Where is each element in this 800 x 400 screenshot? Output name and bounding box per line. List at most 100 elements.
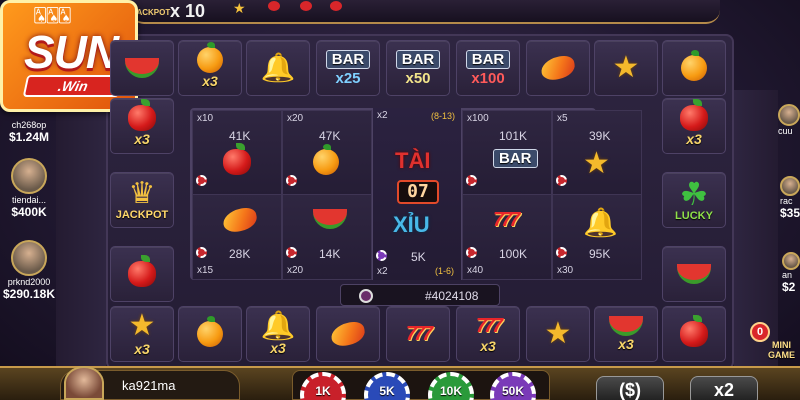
- bet-multiplier: x30: [557, 265, 574, 276]
- bar-label: BAR: [465, 49, 511, 69]
- rebet-button[interactable]: ($): [596, 376, 664, 400]
- apple-icon: [268, 1, 280, 11]
- avatar: [778, 104, 800, 126]
- board-tile: x3: [110, 98, 174, 154]
- board-tile: [662, 306, 726, 362]
- bet-cell[interactable]: x15 28K: [192, 194, 282, 280]
- bell-icon: 🔔: [260, 52, 296, 83]
- jackpot-label: JACKPOT: [115, 209, 169, 221]
- double-button[interactable]: x2: [690, 376, 758, 400]
- mini-game-button[interactable]: 0 MINI GAME: [742, 322, 800, 372]
- lucky-label: LUCKY: [675, 210, 713, 222]
- xiu-range: (1-6): [435, 266, 455, 276]
- bet-cell[interactable]: x5 39K ★: [552, 110, 642, 196]
- bar-multiplier: x25: [335, 69, 361, 87]
- chip-icon: [466, 175, 477, 186]
- player-card[interactable]: tiendai... $400K: [0, 158, 58, 219]
- apple-icon: [128, 255, 156, 287]
- mini-game-label-line1: MINI: [772, 340, 791, 350]
- apple-icon: [680, 99, 708, 131]
- board-tile: 777 x3: [456, 306, 520, 362]
- mini-game-label: MINI GAME: [768, 340, 795, 360]
- apple-icon: [128, 99, 156, 131]
- bet-amount: 41K: [229, 129, 251, 143]
- bet-multiplier: x20: [287, 265, 304, 276]
- bar-label: BAR: [395, 49, 441, 69]
- xiu-label[interactable]: XỈU: [393, 212, 430, 238]
- round-id: #4024108: [425, 289, 479, 303]
- bet-cell[interactable]: x20 14K: [282, 194, 372, 280]
- jackpot-multiplier: x 10: [170, 1, 206, 21]
- bet-cell[interactable]: x30 95K 🔔: [552, 194, 642, 280]
- xiu-multiplier: x2: [377, 266, 388, 277]
- player-amount: $1.24M: [8, 130, 50, 144]
- mango-icon: [539, 53, 577, 83]
- watermelon-icon: [125, 58, 159, 78]
- board-tile: ♛ JACKPOT: [110, 172, 174, 228]
- tile-multiplier: x3: [618, 336, 634, 352]
- board-tile: [662, 246, 726, 302]
- bet-symbol: [313, 209, 347, 229]
- logo-ribbon: .Win: [22, 75, 124, 97]
- player-card[interactable]: cuu: [778, 104, 800, 136]
- round-id-bar: #4024108: [340, 284, 500, 306]
- bet-amount: 95K: [589, 247, 611, 261]
- bell-icon: 🔔: [260, 310, 296, 341]
- bet-cell[interactable]: x20 47K: [282, 110, 372, 196]
- player-card[interactable]: rac $35: [780, 176, 800, 220]
- bet-amount: 14K: [319, 247, 341, 261]
- chip-icon: [286, 175, 297, 186]
- lucky-seven-icon: 777: [405, 322, 433, 345]
- chip-icon: [196, 175, 207, 186]
- crown-icon: ♛: [128, 177, 156, 210]
- tile-multiplier: x3: [270, 340, 286, 356]
- apple-icon: [223, 143, 251, 175]
- bet-multiplier: x100: [467, 113, 489, 124]
- bet-cell[interactable]: x10 41K: [192, 110, 282, 196]
- board-tile: [526, 40, 590, 96]
- orange-icon: [313, 144, 339, 175]
- player-card[interactable]: prknd2000 $290.18K: [0, 240, 58, 301]
- bar-label: BAR: [325, 49, 371, 69]
- bet-cell[interactable]: x100 101K BAR: [462, 110, 552, 196]
- clock-icon: [359, 289, 373, 303]
- orange-icon: [197, 316, 223, 347]
- bet-cell[interactable]: x40 100K 777: [462, 194, 552, 280]
- player-name: rac: [780, 196, 793, 206]
- player-name: an: [782, 270, 793, 280]
- player-amount: $2: [782, 280, 796, 294]
- my-username: ka921ma: [122, 378, 176, 393]
- player-name: prknd2000: [7, 277, 51, 287]
- bet-symbol: [223, 143, 251, 175]
- tai-label[interactable]: TÀI: [395, 148, 430, 174]
- tile-multiplier: x3: [686, 131, 702, 147]
- tai-xiu-panel[interactable]: x2 (8-13) TÀI 07 XỈU 5K x2 (1-6): [372, 108, 462, 280]
- bar-multiplier: x50: [405, 69, 431, 87]
- mango-icon: [221, 205, 259, 235]
- player-amount: $290.18K: [2, 287, 56, 301]
- clover-icon: ☘: [679, 176, 709, 212]
- player-name: tiendai...: [11, 195, 47, 205]
- board-tile: ☘ LUCKY: [662, 172, 726, 228]
- player-name: cuu: [778, 126, 793, 136]
- player-card[interactable]: ch268op $1.24M: [0, 120, 58, 144]
- board-tile: 🔔 x3: [246, 306, 310, 362]
- my-avatar[interactable]: [64, 366, 104, 400]
- board-tile: x3: [662, 98, 726, 154]
- bet-amount: 47K: [319, 129, 341, 143]
- star-icon: ★: [233, 0, 246, 16]
- board-tile: x3: [178, 40, 242, 96]
- player-amount: $400K: [11, 205, 47, 219]
- bet-amount: 39K: [589, 129, 611, 143]
- avatar: [782, 252, 800, 270]
- board-tile: BAR x50: [386, 40, 450, 96]
- player-card[interactable]: an $2: [782, 252, 800, 294]
- star-icon: ★: [583, 147, 610, 180]
- star-icon: ★: [544, 317, 572, 350]
- bet-symbol: 777: [493, 209, 520, 232]
- xiu-bet-amount: 5K: [411, 250, 426, 264]
- chip-icon: [286, 247, 297, 258]
- apple-icon: [300, 1, 312, 11]
- tile-multiplier: x3: [202, 73, 218, 89]
- star-icon: ★: [612, 51, 640, 84]
